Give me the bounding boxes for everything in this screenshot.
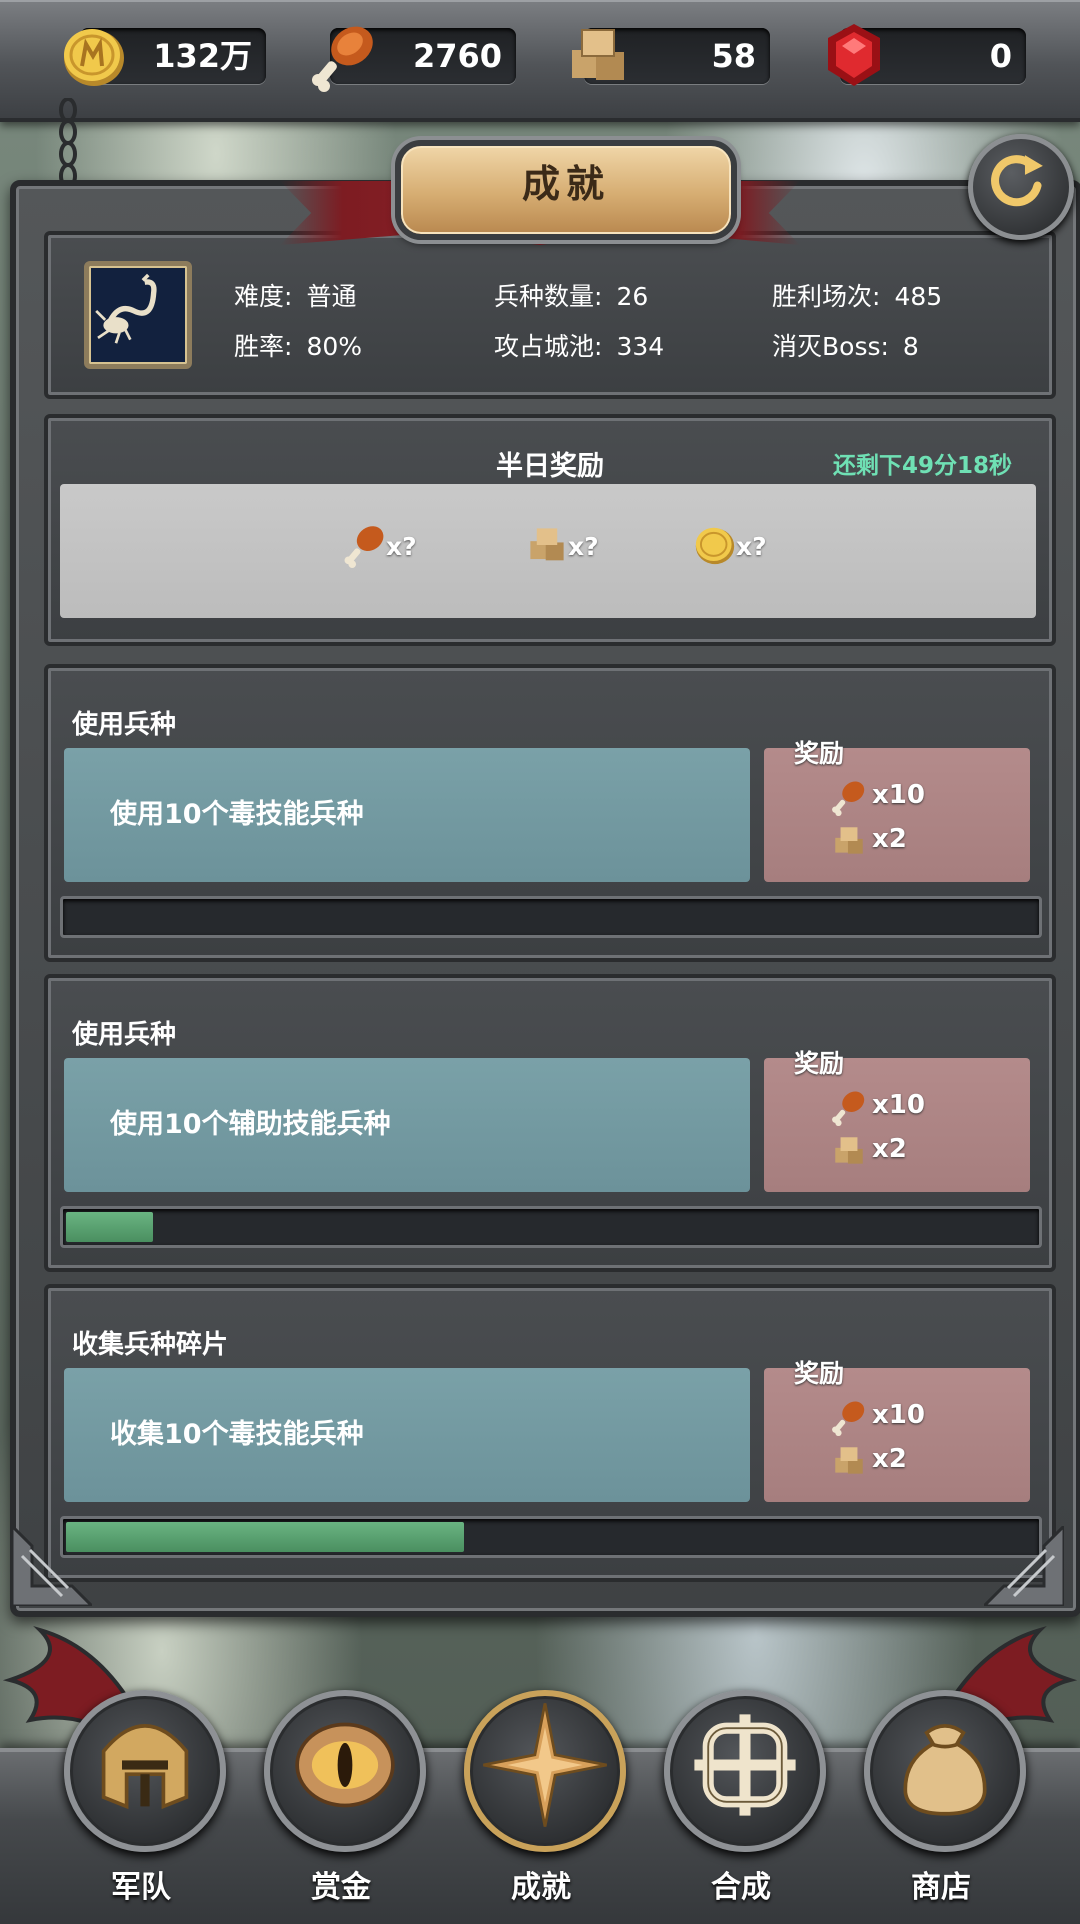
nav-bounty[interactable]: 赏金 (256, 1690, 426, 1920)
scorpion-icon (95, 273, 157, 344)
nav-shop[interactable]: 商店 (856, 1690, 1026, 1920)
player-avatar (84, 261, 192, 369)
stone-block-icon (572, 29, 624, 80)
stat-cities: 攻占城池: 334 (494, 332, 665, 361)
resource-bar: 132万 2760 58 0 (0, 0, 1080, 122)
achievement-description: 使用10个毒技能兵种 (64, 748, 750, 882)
achievement-reward[interactable]: 奖励 x10 x2 (764, 739, 1030, 882)
chain-decoration (59, 98, 77, 188)
achievement-card: 使用兵种 使用10个毒技能兵种 奖励 x10 x2 (44, 664, 1056, 962)
stone-counter[interactable]: 58 (572, 28, 770, 84)
gold-value: 132万 (153, 37, 252, 75)
nav-army[interactable]: 军队 (56, 1690, 226, 1920)
gold-coin-icon (64, 29, 124, 86)
eye-icon (295, 1722, 395, 1808)
stone-block-icon (835, 1137, 863, 1164)
gem-counter[interactable]: 0 (828, 24, 1026, 86)
achievement-card: 收集兵种碎片 收集10个毒技能兵种 奖励 x10 x2 (44, 1284, 1056, 1582)
achievement-reward[interactable]: 奖励 x10 x2 (764, 1359, 1030, 1502)
achievement-category: 收集兵种碎片 (72, 1330, 229, 1360)
stat-wins: 胜利场次: 485 (772, 282, 943, 311)
reward-tray: x? x? x? (60, 484, 1036, 618)
progress-fill (66, 1522, 464, 1552)
meat-leg-icon (832, 781, 865, 816)
achievement-category: 使用兵种 (72, 710, 177, 740)
progress-bar (60, 896, 1042, 938)
stat-boss: 消灭Boss: 8 (772, 332, 919, 361)
stat-winrate: 胜率: 80% (234, 332, 363, 361)
progress-bar (60, 1206, 1042, 1248)
meat-value: 2760 (412, 37, 502, 75)
half-day-reward[interactable]: 半日奖励 还剩下49分18秒 x? x? x? (44, 414, 1056, 646)
achievement-category: 使用兵种 (72, 1020, 177, 1050)
achievement-card: 使用兵种 使用10个辅助技能兵种 奖励 x10 x2 (44, 974, 1056, 1272)
achievement-description: 使用10个辅助技能兵种 (64, 1058, 750, 1192)
achievement-reward[interactable]: 奖励 x10 x2 (764, 1049, 1030, 1192)
countdown-timer: 还剩下49分18秒 (832, 453, 1012, 479)
stone-value: 58 (711, 37, 756, 75)
stone-block-icon (530, 528, 564, 561)
nav-achievement[interactable]: 成就 (456, 1690, 626, 1920)
compass-star-icon (483, 1703, 607, 1827)
stats-box: 难度: 普通 胜率: 80% 兵种数量: 26 攻占城池: 334 胜利场次: 485 消… (44, 231, 1056, 399)
stat-difficulty: 难度: 普通 (234, 282, 357, 311)
achievement-panel: 难度: 普通 胜率: 80% 兵种数量: 26 攻占城池: 334 胜利场次: 485 消… (10, 180, 1080, 1617)
meat-leg-icon (832, 1091, 865, 1126)
stone-block-icon (835, 1447, 863, 1474)
gold-counter[interactable]: 132万 (64, 28, 266, 86)
achievement-description: 收集10个毒技能兵种 (64, 1368, 750, 1502)
meat-counter[interactable]: 2760 (312, 26, 516, 92)
meat-leg-icon (832, 1401, 865, 1436)
stat-unit-types: 兵种数量: 26 (494, 282, 649, 311)
stone-block-icon (835, 827, 863, 854)
meat-leg-icon (312, 26, 373, 92)
nav-craft[interactable]: 合成 (656, 1690, 826, 1920)
money-bag-icon (903, 1724, 987, 1816)
meat-leg-icon (344, 526, 384, 568)
corner-bracket-left (12, 1526, 92, 1606)
gem-value: 0 (989, 37, 1012, 75)
celtic-knot-icon (694, 1714, 796, 1816)
page-title: 成就 (395, 140, 737, 240)
refresh-icon (991, 155, 1043, 207)
corner-bracket-right (984, 1526, 1064, 1606)
red-gem-icon (828, 24, 880, 86)
helmet-icon (101, 1724, 189, 1810)
progress-bar (60, 1516, 1042, 1558)
gold-coin-icon (695, 527, 735, 565)
progress-fill (66, 1212, 153, 1242)
refresh-button[interactable] (968, 134, 1074, 240)
